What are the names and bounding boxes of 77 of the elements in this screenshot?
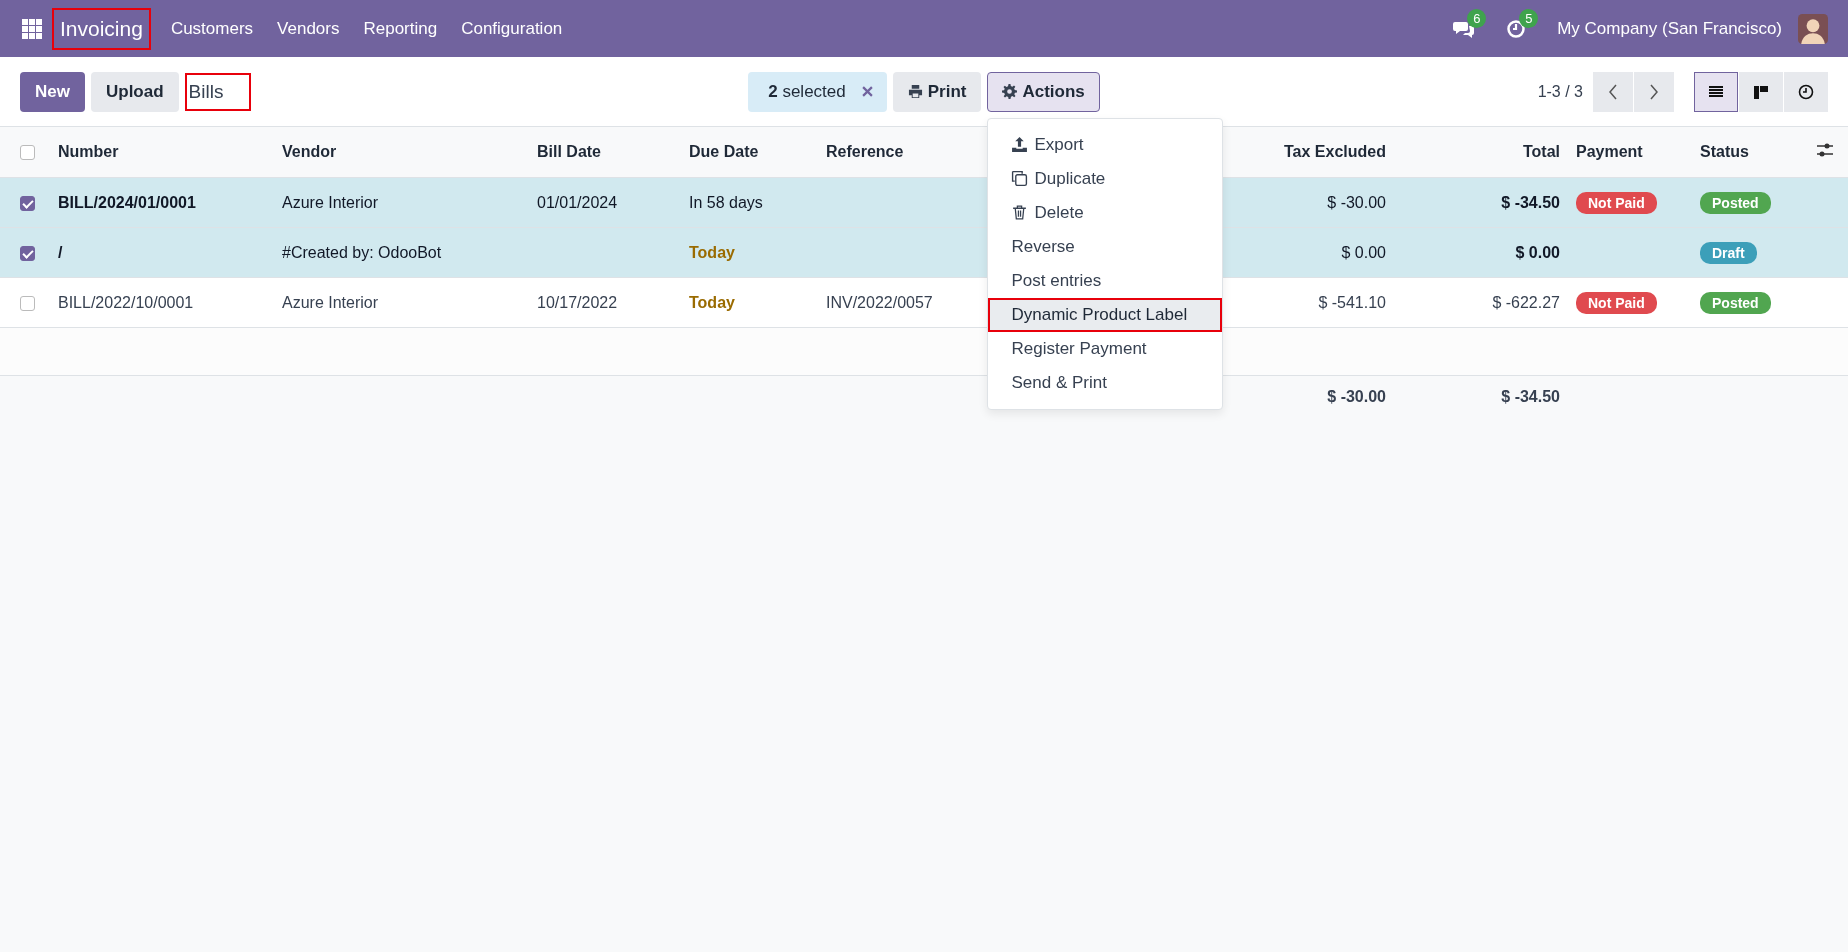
menu-option[interactable]: Dynamic Product Label: [988, 297, 1223, 332]
row-checkbox[interactable]: [20, 295, 35, 311]
column-header[interactable]: Status: [1700, 143, 1749, 160]
row-checkbox[interactable]: [20, 195, 35, 211]
menu-option[interactable]: Send & Print: [988, 365, 1223, 400]
table-cell: $ -30.00: [1327, 193, 1386, 211]
kanban-icon: [1753, 83, 1769, 100]
column-header[interactable]: Number: [58, 143, 119, 160]
table-cell: BILL/2022/10/0001: [58, 293, 194, 311]
chevron-left-icon: [1608, 83, 1618, 100]
table-cell: Today: [689, 293, 735, 311]
kanban-view-button[interactable]: [1739, 71, 1783, 112]
selection-count: 2 selected: [768, 81, 846, 102]
total-value: $ -34.50: [1501, 388, 1560, 405]
table-cell: $ -622.27: [1492, 293, 1560, 311]
status-badge: Posted: [1700, 191, 1771, 214]
clock-icon: [1798, 83, 1814, 100]
menu-option[interactable]: Delete: [988, 195, 1223, 230]
column-header[interactable]: Total: [1522, 143, 1560, 160]
pager-value: 1-3 / 3: [1537, 82, 1583, 101]
table-cell: /: [58, 243, 63, 261]
breadcrumb: Bills: [184, 72, 252, 111]
status-badge: Not Paid: [1576, 191, 1657, 214]
company-switcher[interactable]: My Company (San Francisco): [1557, 18, 1782, 39]
app-name[interactable]: Invoicing: [52, 7, 151, 50]
toolbar-button[interactable]: Upload: [90, 71, 179, 112]
select-all-checkbox[interactable]: [20, 145, 35, 161]
printer-icon: [907, 84, 923, 99]
actions-button[interactable]: Actions: [987, 71, 1100, 112]
list-icon: [1708, 83, 1724, 100]
close-icon[interactable]: [861, 86, 873, 97]
table-cell: #Created by: OdooBot: [282, 243, 442, 261]
list-view-button[interactable]: [1694, 71, 1738, 112]
menu-item[interactable]: Configuration: [449, 18, 575, 39]
message-count: 6: [1467, 8, 1487, 28]
user-avatar[interactable]: [1798, 13, 1828, 44]
column-header[interactable]: Payment: [1576, 143, 1643, 160]
column-header[interactable]: Due Date: [689, 143, 759, 160]
upload-icon: [1011, 136, 1029, 153]
menu-item[interactable]: Reporting: [351, 18, 450, 39]
print-button[interactable]: Print: [892, 71, 982, 112]
table-cell: INV/2022/0057: [826, 293, 933, 311]
trash-icon: [1011, 204, 1029, 221]
table-cell: 10/17/2022: [537, 293, 618, 311]
apps-menu-icon[interactable]: [22, 18, 42, 39]
menu-option[interactable]: Register Payment: [988, 331, 1223, 366]
column-header[interactable]: Tax Excluded: [1284, 143, 1386, 160]
sliders-icon[interactable]: [1816, 142, 1834, 158]
status-badge: Draft: [1700, 241, 1757, 264]
column-header[interactable]: Vendor: [282, 143, 337, 160]
menu-option[interactable]: Reverse: [988, 229, 1223, 264]
row-checkbox[interactable]: [20, 245, 35, 261]
status-badge: Posted: [1700, 291, 1771, 314]
total-value: $ -30.00: [1327, 388, 1386, 405]
menu-item[interactable]: Vendors: [265, 18, 352, 39]
status-badge: Not Paid: [1576, 291, 1657, 314]
copy-icon: [1011, 170, 1029, 187]
table-cell: $ -541.10: [1318, 293, 1386, 311]
table-cell: Azure Interior: [282, 293, 379, 311]
table-cell: $ 0.00: [1341, 243, 1386, 261]
gear-icon: [1002, 84, 1018, 99]
table-cell: $ 0.00: [1515, 243, 1560, 261]
table-cell: 01/01/2024: [537, 193, 618, 211]
table-cell: BILL/2024/01/0001: [58, 193, 196, 211]
table-cell: Azure Interior: [282, 193, 379, 211]
chevron-right-icon: [1649, 83, 1659, 100]
clock-icon[interactable]: [1505, 18, 1528, 39]
column-header[interactable]: Reference: [826, 143, 904, 160]
table-cell: $ -34.50: [1501, 193, 1560, 211]
toolbar-button[interactable]: New: [20, 71, 85, 112]
column-header[interactable]: Bill Date: [537, 143, 601, 160]
table-cell: In 58 days: [689, 193, 763, 211]
activity-view-button[interactable]: [1784, 71, 1828, 112]
activity-count: 5: [1519, 8, 1539, 28]
table-cell: Today: [689, 243, 735, 261]
menu-item[interactable]: Customers: [158, 18, 266, 39]
menu-option[interactable]: Export: [988, 127, 1223, 162]
